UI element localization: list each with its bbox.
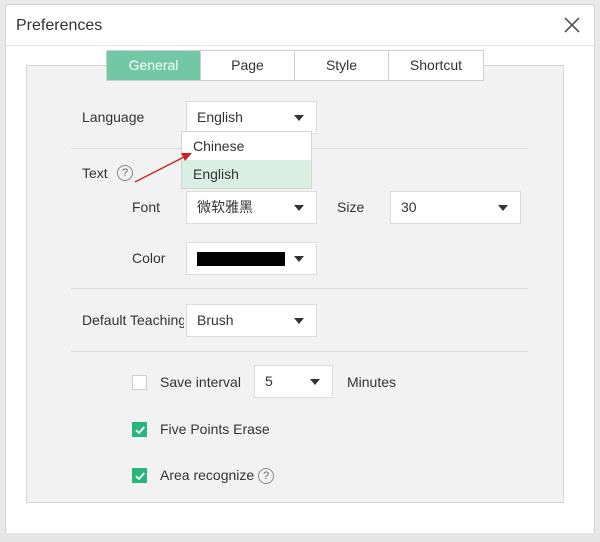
help-icon[interactable]: ?: [258, 468, 274, 484]
dialog-title: Preferences: [16, 17, 103, 34]
dropdown-option-english[interactable]: English: [182, 160, 311, 188]
tab-shortcut[interactable]: Shortcut: [389, 51, 483, 80]
chevron-down-icon: [294, 256, 304, 262]
tab-general[interactable]: General: [107, 51, 201, 80]
footer-strip: [0, 533, 600, 542]
color-swatch: [197, 252, 285, 266]
chevron-down-icon: [294, 205, 304, 211]
font-select[interactable]: 微软雅黑: [186, 191, 317, 224]
save-interval-checkbox[interactable]: [132, 375, 147, 390]
checkmark-icon: [135, 426, 145, 435]
size-label: Size: [337, 199, 365, 215]
size-select[interactable]: 30: [390, 191, 521, 224]
teaching-pen-select[interactable]: Brush: [186, 304, 317, 337]
tab-style[interactable]: Style: [295, 51, 389, 80]
title-divider: [6, 45, 594, 46]
five-points-erase-checkbox[interactable]: [132, 422, 147, 437]
area-recognize-label: Area recognize: [160, 467, 255, 483]
language-label: Language: [82, 109, 145, 125]
color-select[interactable]: [186, 242, 317, 275]
chevron-down-icon: [498, 205, 508, 211]
language-select-value: English: [197, 109, 243, 125]
section-divider: [71, 351, 528, 352]
size-select-value: 30: [401, 199, 417, 215]
chevron-down-icon: [294, 115, 304, 121]
dropdown-option-chinese[interactable]: Chinese: [182, 132, 311, 160]
tab-page[interactable]: Page: [201, 51, 295, 80]
color-label: Color: [132, 250, 166, 266]
section-divider: [71, 288, 528, 289]
tab-bar: General Page Style Shortcut: [106, 50, 484, 81]
text-label: Text: [82, 165, 108, 181]
save-interval-label: Save interval: [160, 374, 241, 390]
checkmark-icon: [135, 472, 145, 481]
minutes-label: Minutes: [347, 374, 397, 390]
teaching-pen-value: Brush: [197, 312, 234, 328]
close-icon[interactable]: [562, 15, 582, 35]
chevron-down-icon: [310, 379, 320, 385]
save-interval-select[interactable]: 5: [254, 365, 333, 398]
five-points-erase-label: Five Points Erase: [160, 421, 270, 437]
font-label: Font: [132, 199, 161, 215]
help-icon[interactable]: ?: [117, 165, 133, 181]
chevron-down-icon: [294, 318, 304, 324]
area-recognize-checkbox[interactable]: [132, 468, 147, 483]
language-dropdown-list: Chinese English: [181, 131, 312, 189]
teaching-pen-label: Default Teaching Pen: [82, 312, 184, 328]
save-interval-value: 5: [265, 373, 273, 389]
font-select-value: 微软雅黑: [197, 199, 253, 215]
language-select[interactable]: English: [186, 101, 317, 134]
